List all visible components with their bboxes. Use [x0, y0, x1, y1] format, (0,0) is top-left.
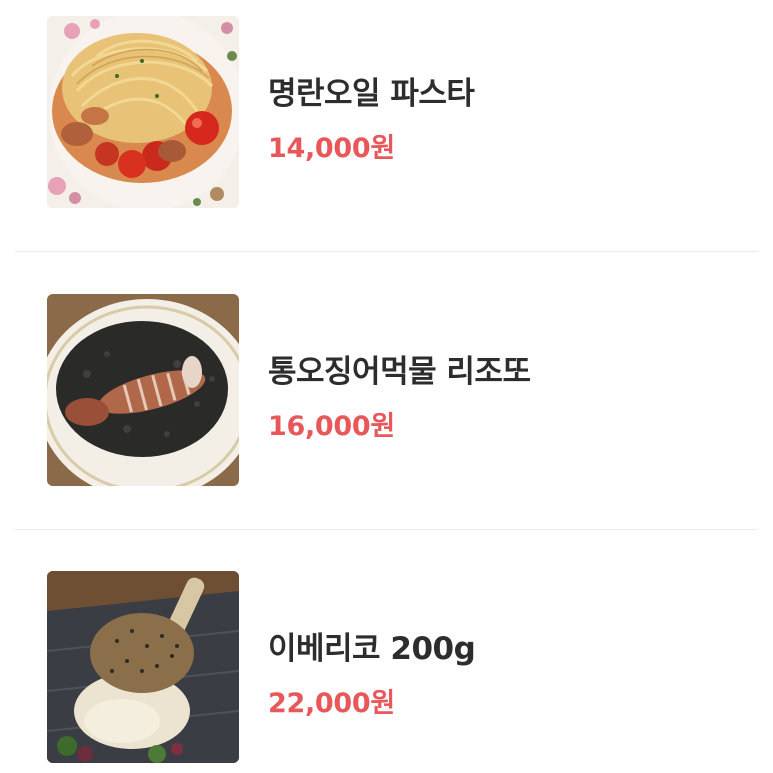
menu-price: 14,000원 [268, 133, 395, 164]
menu-list: 명란오일 파스타 14,000원 통오징어먹물 리조또 16,000원 이베리코… [0, 0, 773, 773]
menu-item-iberico[interactable]: 이베리코 200g 22,000원 [0, 571, 773, 763]
iberico-pork-photo [47, 571, 239, 763]
squid-ink-risotto-photo [47, 294, 239, 486]
menu-price: 22,000원 [268, 688, 395, 719]
menu-name: 통오징어먹물 리조또 [268, 354, 531, 390]
menu-item-risotto[interactable]: 통오징어먹물 리조또 16,000원 [0, 294, 773, 486]
menu-name: 이베리코 200g [268, 631, 476, 667]
pasta-photo [47, 16, 239, 208]
divider [15, 251, 758, 252]
menu-price: 16,000원 [268, 411, 395, 442]
menu-name: 명란오일 파스타 [268, 76, 475, 112]
divider [15, 529, 758, 530]
menu-item-pasta[interactable]: 명란오일 파스타 14,000원 [0, 16, 773, 208]
